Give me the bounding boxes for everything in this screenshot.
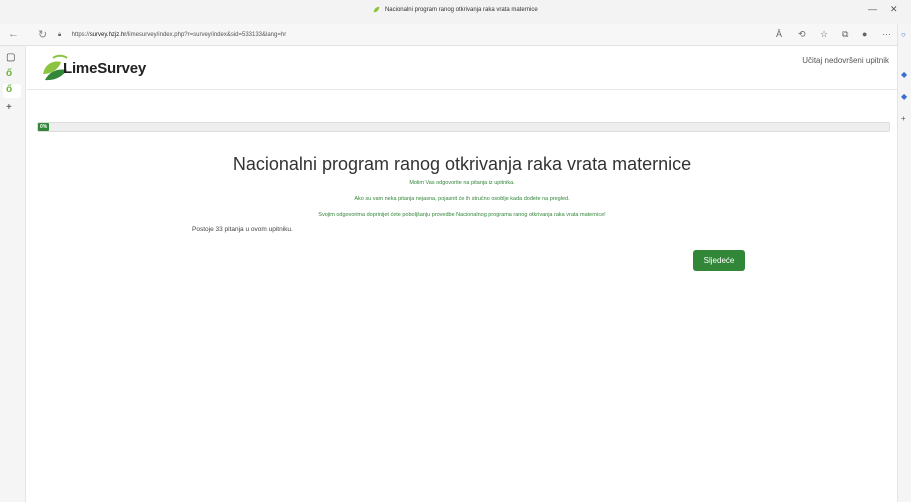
progress-fill: 0% (38, 123, 50, 131)
question-count: Postoje 33 pitanja u ovom upitniku. (192, 226, 293, 233)
profile-icon[interactable]: ● (862, 29, 867, 39)
next-button[interactable]: Sljedeće (693, 250, 745, 271)
back-icon[interactable]: ← (8, 28, 19, 40)
favorites-icon[interactable]: ☆ (820, 29, 828, 40)
window-title: Nacionalni program ranog otkrivanja raka… (0, 6, 911, 13)
url-prefix: https:// (71, 32, 90, 38)
tab-active-leaf-icon[interactable]: ő (3, 84, 21, 98)
site-header: LimeSurvey Učitaj nedovršeni upitnik (27, 46, 897, 90)
refresh-icon[interactable]: ↻ (38, 28, 47, 41)
collections-icon[interactable]: ⧉ (842, 29, 848, 40)
window-title-text: Nacionalni program ranog otkrivanja raka… (384, 7, 538, 14)
logo-text: LimeSurvey (63, 60, 147, 77)
survey-description-line-3: Svojim odgovorima doprinijet ćete pobolj… (318, 212, 606, 218)
lock-icon: 🔒︎ (58, 32, 62, 38)
page-content: LimeSurvey Učitaj nedovršeni upitnik 0% … (27, 46, 897, 502)
sidebar-office-icon[interactable]: ◆ (901, 92, 907, 101)
url-field[interactable]: 🔒︎ https://survey.hzjz.hr/limesurvey/ind… (58, 29, 718, 41)
url-host: survey.hzjz.hr (89, 32, 127, 38)
survey-description-line-1: Molim Vas odgovorite na pitanja iz upitn… (409, 180, 515, 186)
tab-leaf-icon[interactable]: ő (6, 68, 12, 79)
leaf-icon (373, 6, 380, 13)
extensions-icon[interactable]: ⟲ (798, 29, 806, 40)
sidebar-add-icon[interactable]: + (901, 114, 906, 123)
vertical-tabs-strip: ▢ ő ő + (0, 46, 26, 502)
sidebar-tools-icon[interactable]: ◆ (901, 70, 907, 79)
read-aloud-icon[interactable]: Ā (776, 29, 782, 39)
survey-description-line-2: Ako su vam neka pitanja nejasna, pojasni… (354, 196, 570, 202)
survey-title: Nacionalni program ranog otkrivanja raka… (232, 154, 692, 174)
right-sidebar: ○ ◆ ◆ + (897, 24, 911, 502)
sidebar-search-icon[interactable]: ○ (901, 30, 906, 39)
url-path: /limesurvey/index.php?r=survey/index&sid… (126, 32, 287, 38)
close-button[interactable]: ✕ (890, 4, 898, 15)
tab-actions-icon[interactable]: ▢ (6, 52, 15, 63)
resume-survey-link[interactable]: Učitaj nedovršeni upitnik (802, 56, 889, 65)
window-titlebar: Nacionalni program ranog otkrivanja raka… (0, 0, 911, 24)
minimize-button[interactable]: — (868, 4, 877, 14)
more-icon[interactable]: ··· (882, 29, 891, 39)
address-bar-row: ← ↻ 🔒︎ https://survey.hzjz.hr/limesurvey… (0, 24, 911, 46)
progress-bar: 0% (37, 122, 890, 132)
new-tab-icon[interactable]: + (6, 102, 12, 113)
